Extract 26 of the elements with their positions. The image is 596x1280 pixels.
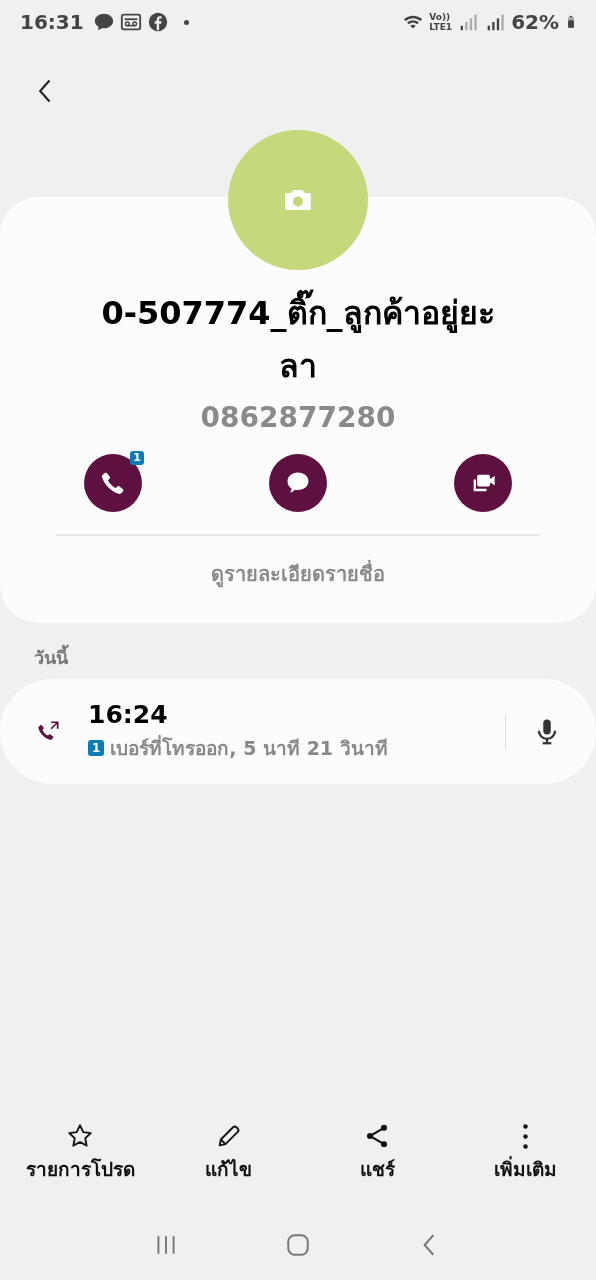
battery-percent: 62%: [511, 10, 559, 34]
sim-badge: 1: [130, 451, 144, 465]
call-log-entry[interactable]: 16:24 1 เบอร์ที่โทรออก, 5 นาที 21 วินาที: [0, 679, 596, 784]
message-button[interactable]: [269, 454, 327, 512]
more-icon: [523, 1124, 529, 1149]
voicemail-icon: [119, 11, 142, 33]
network-label: LTE1: [429, 22, 453, 32]
section-heading: วันนี้: [0, 623, 596, 679]
notification-dot-icon: [183, 19, 189, 25]
home-icon[interactable]: [285, 1232, 311, 1258]
call-description: เบอร์ที่โทรออก, 5 นาที 21 วินาที: [110, 734, 388, 761]
chat-bubble-icon: [92, 11, 115, 33]
star-icon: [66, 1122, 94, 1150]
status-time: 16:31: [20, 10, 84, 34]
toolbar-button[interactable]: แก้ไข: [168, 1122, 289, 1196]
toolbar-button[interactable]: แชร์: [317, 1122, 438, 1196]
call-button[interactable]: [84, 454, 142, 512]
call-time: 16:24: [88, 700, 169, 729]
sim-badge: 1: [88, 740, 105, 756]
facebook-icon: [146, 11, 169, 33]
video-call-button[interactable]: [454, 454, 512, 512]
toolbar-button[interactable]: รายการโปรด: [20, 1122, 140, 1196]
network-label: Vo)): [429, 12, 452, 22]
contact-name: 0-507774_ติ๊ก_ลูกค้าอยู่ยะลา: [93, 287, 503, 393]
toolbar-button[interactable]: เพิ่มเติม: [465, 1122, 586, 1196]
phone-number: 0862877280: [200, 401, 396, 434]
